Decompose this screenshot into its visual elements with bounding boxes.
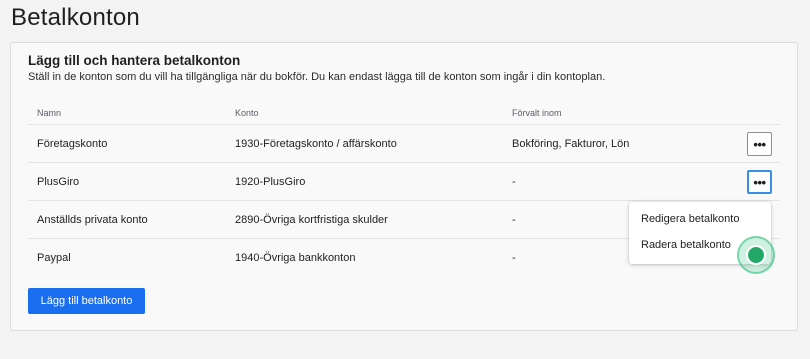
more-dots-icon: ••• <box>753 136 766 152</box>
row-name: Anställds privata konto <box>37 213 148 226</box>
row-name: Paypal <box>37 252 71 264</box>
row-actions-button[interactable]: ••• <box>747 170 772 194</box>
row-name: PlusGiro <box>37 175 80 188</box>
menu-item-edit[interactable]: Redigera betalkonto <box>629 206 771 232</box>
card-heading: Lägg till och hantera betalkonton <box>28 53 241 68</box>
row-name: Företagskonto <box>37 137 108 150</box>
column-header-default: Förvalt inom <box>512 107 562 118</box>
column-header-name: Namn <box>37 107 62 118</box>
table-row: Företagskonto 1930-Företagskonto / affär… <box>28 125 780 163</box>
add-payment-account-button[interactable]: Lägg till betalkonto <box>28 288 145 314</box>
payment-accounts-card: Lägg till och hantera betalkonton Ställ … <box>10 42 798 331</box>
table-row: PlusGiro 1920-PlusGiro - ••• <box>28 163 780 201</box>
row-default: - <box>512 213 516 226</box>
more-dots-icon: ••• <box>753 174 766 190</box>
row-account: 1930-Företagskonto / affärskonto <box>235 137 397 150</box>
cursor-indicator-dot <box>746 245 766 265</box>
cursor-indicator <box>737 236 775 274</box>
table-header: Namn Konto Förvalt inom <box>28 101 780 125</box>
page-title: Betalkonton <box>11 4 140 31</box>
row-account: 2890-Övriga kortfristiga skulder <box>235 213 388 226</box>
card-description: Ställ in de konton som du vill ha tillgä… <box>28 71 606 83</box>
row-default: Bokföring, Fakturor, Lön <box>512 137 630 150</box>
row-default: - <box>512 175 516 188</box>
column-header-account: Konto <box>235 107 259 118</box>
row-account: 1940-Övriga bankkonton <box>235 252 356 264</box>
row-account: 1920-PlusGiro <box>235 175 306 188</box>
row-default: - <box>512 252 516 264</box>
row-actions-button[interactable]: ••• <box>747 132 772 156</box>
